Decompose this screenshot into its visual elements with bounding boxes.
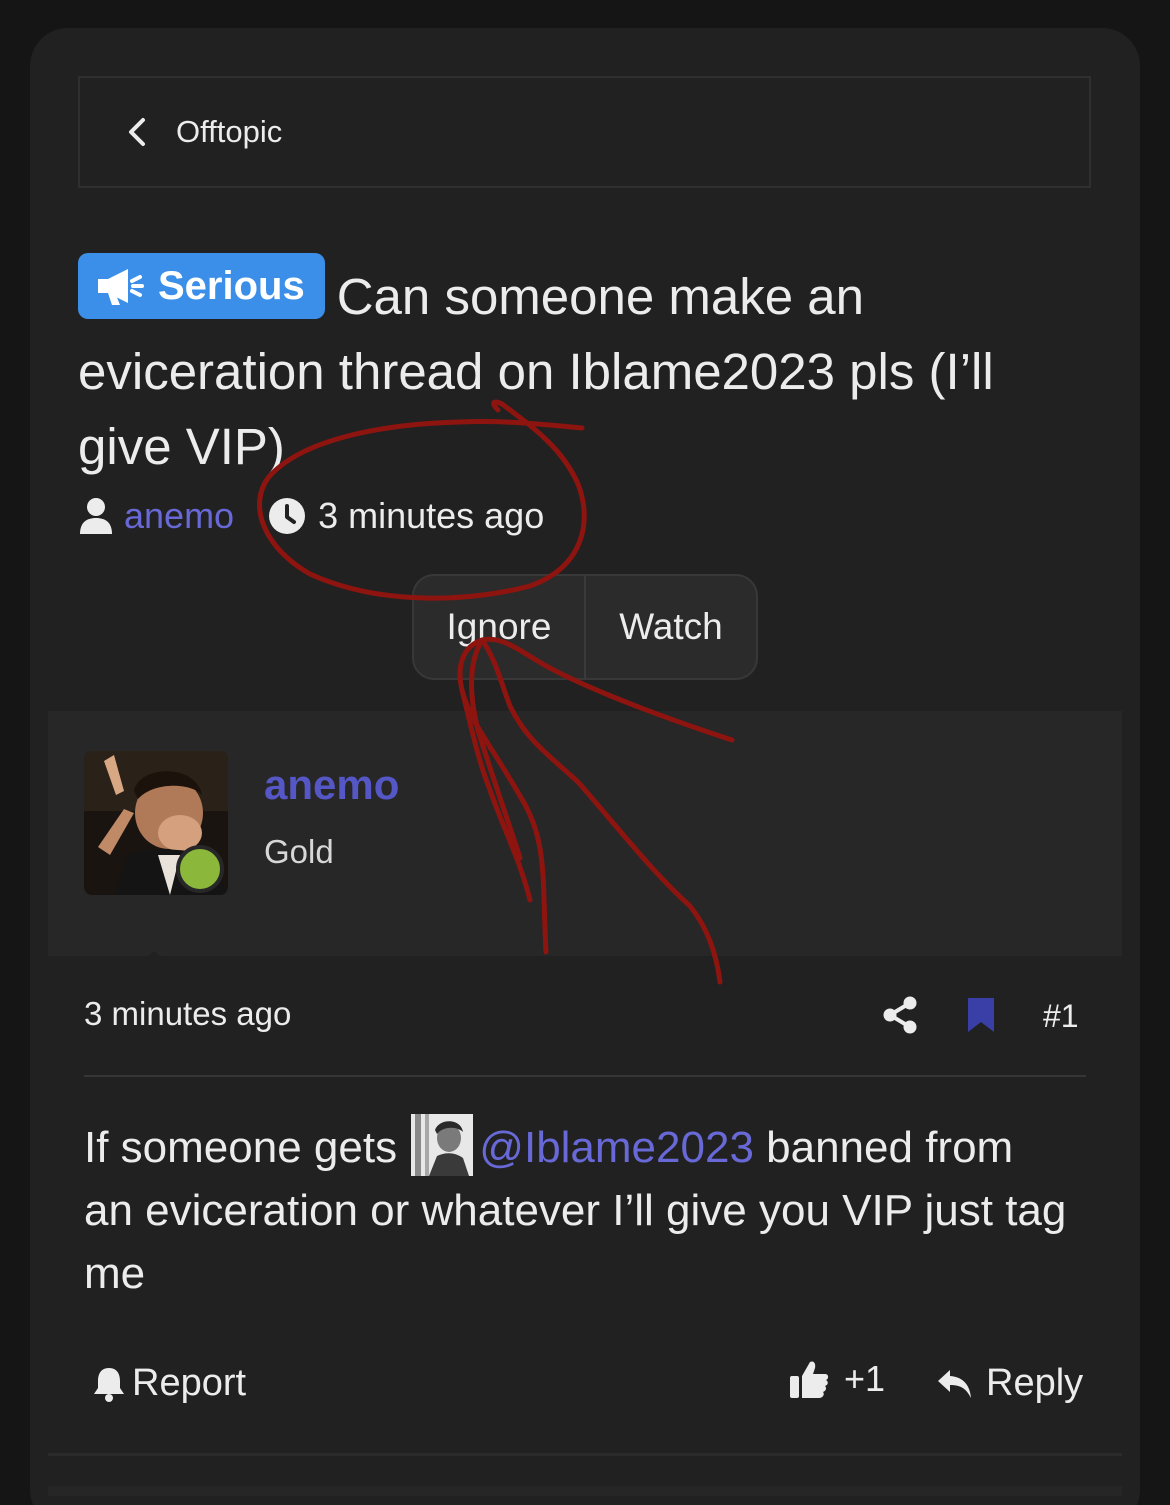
like-count: +1: [844, 1358, 886, 1399]
thread-meta: anemo 3 minutes ago: [78, 494, 544, 538]
reply-button[interactable]: Reply: [936, 1362, 1083, 1405]
next-post-edge: [48, 1486, 1122, 1496]
bell-icon: [94, 1367, 124, 1402]
prefix-badge[interactable]: Serious: [78, 253, 325, 319]
post-header-pointer: [118, 951, 190, 985]
chevron-left-icon: [126, 116, 152, 148]
mention-link[interactable]: @Iblame2023: [479, 1123, 754, 1172]
thread-actions: Ignore Watch: [412, 574, 758, 680]
reply-icon: [938, 1369, 971, 1398]
post-user-header: anemo Gold: [48, 711, 1122, 956]
thumbs-up-icon: [790, 1361, 829, 1398]
ignore-button[interactable]: Ignore: [414, 576, 586, 678]
divider: [48, 1453, 1122, 1456]
post-body-text-start: If someone gets: [84, 1123, 410, 1172]
report-button[interactable]: Report: [92, 1362, 246, 1405]
thread-author-link[interactable]: anemo: [124, 495, 234, 537]
thread-title: Serious Can someone make an eviceration …: [78, 253, 1078, 484]
like-button[interactable]: +1: [788, 1358, 885, 1400]
thread-card: Offtopic Serious Can someone make an evi…: [30, 28, 1140, 1505]
post-number[interactable]: #1: [1043, 998, 1079, 1035]
breadcrumb[interactable]: Offtopic: [78, 76, 1091, 188]
reply-label: Reply: [986, 1362, 1084, 1404]
post-username[interactable]: anemo: [264, 761, 399, 809]
mention-avatar: [411, 1114, 474, 1176]
divider: [84, 1075, 1086, 1077]
post-time[interactable]: 3 minutes ago: [84, 995, 291, 1033]
post-body: If someone gets @Iblame2023 banned from …: [84, 1114, 1074, 1305]
breadcrumb-label[interactable]: Offtopic: [176, 114, 282, 150]
user-title: Gold: [264, 833, 334, 870]
megaphone-icon: [98, 269, 144, 305]
share-icon[interactable]: [882, 996, 918, 1039]
report-label: Report: [132, 1362, 247, 1404]
watch-button[interactable]: Watch: [586, 576, 756, 678]
user-icon: [80, 498, 112, 534]
thread-time: 3 minutes ago: [318, 495, 545, 536]
bookmark-icon[interactable]: [966, 998, 996, 1037]
prefix-label: Serious: [158, 264, 305, 308]
online-status-indicator: [176, 845, 224, 893]
clock-icon: [269, 498, 306, 534]
